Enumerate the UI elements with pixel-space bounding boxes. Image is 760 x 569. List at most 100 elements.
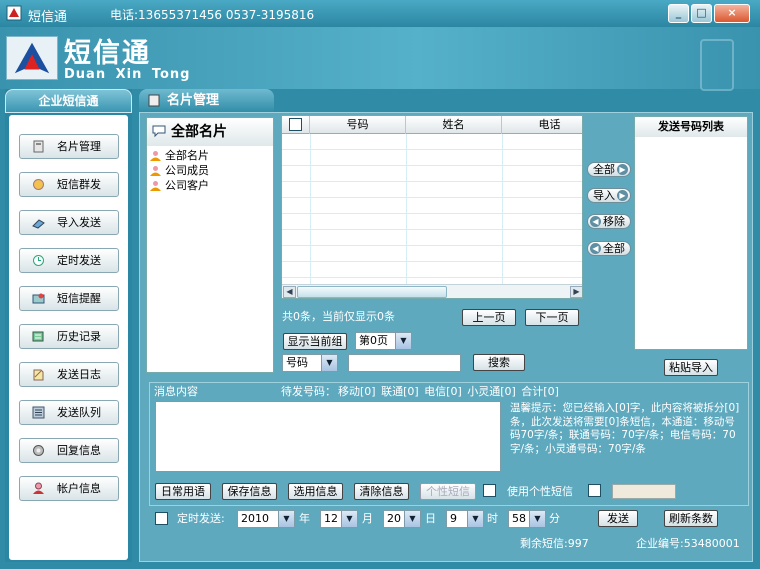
scroll-right-icon[interactable]: ▶: [570, 286, 582, 298]
next-page-button[interactable]: 下一页: [525, 309, 579, 326]
personal-sms-button[interactable]: 个性短信: [420, 483, 476, 500]
column-divider: [310, 134, 311, 286]
color-checkbox[interactable]: [588, 484, 601, 497]
schedule-checkbox[interactable]: [155, 512, 168, 525]
year-select[interactable]: 2010 ▼: [237, 510, 295, 528]
select-all-checkbox[interactable]: [289, 118, 302, 131]
save-message-button[interactable]: 保存信息: [222, 483, 277, 500]
use-personal-sms-label: 使用个性短信: [507, 485, 573, 498]
scroll-left-icon[interactable]: ◀: [283, 286, 296, 298]
year-unit: 年: [299, 512, 310, 525]
table-row[interactable]: [282, 198, 582, 214]
month-select[interactable]: 12 ▼: [320, 510, 358, 528]
brand-subtitle: Duan Xin Tong: [64, 67, 191, 82]
select-all-cell: [282, 116, 310, 134]
sidebar-item-scheduled-send[interactable]: 定时发送: [19, 248, 119, 273]
search-field-select[interactable]: 号码 ▼: [282, 354, 338, 372]
table-row[interactable]: [282, 166, 582, 182]
page-select[interactable]: 第0页 ▼: [355, 332, 412, 350]
prev-page-button[interactable]: 上一页: [462, 309, 516, 326]
reply-icon: [33, 445, 44, 456]
tree-header: 全部名片: [147, 118, 273, 146]
send-button[interactable]: 发送: [598, 510, 638, 527]
sidebar-item-history[interactable]: 历史记录: [19, 324, 119, 349]
clear-message-button[interactable]: 清除信息: [354, 483, 409, 500]
queue-icon: [32, 406, 45, 419]
table-row[interactable]: [282, 134, 582, 150]
card-icon: [33, 140, 44, 153]
arrow-right-icon: ▶: [617, 164, 628, 175]
sidebar-item-reply-info[interactable]: 回复信息: [19, 438, 119, 463]
reminder-icon: [32, 293, 45, 304]
chat-bubble-icon: [152, 125, 166, 138]
phone-text: 电话:13655371456 0537-3195816: [110, 8, 315, 22]
sidebar-item-reminder[interactable]: 短信提醒: [19, 286, 119, 311]
select-message-button[interactable]: 选用信息: [288, 483, 343, 500]
table-row[interactable]: [282, 214, 582, 230]
paste-import-button[interactable]: 粘贴导入: [664, 359, 718, 376]
chevron-down-icon: ▼: [341, 511, 357, 527]
remove-button[interactable]: ◀ 移除: [587, 214, 631, 229]
group-icon: [150, 181, 161, 191]
arrow-left-icon: ◀: [590, 216, 601, 227]
tree-header-label: 全部名片: [171, 124, 227, 140]
refresh-count-button[interactable]: 刷新条数: [664, 510, 718, 527]
remove-all-button[interactable]: ◀ 全部: [587, 241, 631, 256]
remove-all-label: 全部: [603, 242, 625, 255]
message-content-label: 消息内容: [154, 385, 198, 398]
search-button[interactable]: 搜索: [473, 354, 525, 371]
minute-select[interactable]: 58 ▼: [508, 510, 546, 528]
brand-logo-icon: [6, 36, 58, 80]
table-row[interactable]: [282, 182, 582, 198]
add-all-button[interactable]: 全部 ▶: [587, 162, 631, 177]
color-swatch[interactable]: [612, 484, 676, 499]
minimize-button[interactable]: _: [668, 4, 689, 23]
table-row[interactable]: [282, 262, 582, 278]
hour-select[interactable]: 9 ▼: [446, 510, 484, 528]
table-row[interactable]: [282, 150, 582, 166]
search-input[interactable]: [348, 354, 461, 372]
table-row[interactable]: [282, 246, 582, 262]
chevron-down-icon: ▼: [404, 511, 420, 527]
window-title: 短信通: [28, 10, 68, 25]
show-group-button[interactable]: 显示当前组: [283, 333, 347, 350]
maximize-button[interactable]: □: [691, 4, 712, 23]
common-phrases-button[interactable]: 日常用语: [155, 483, 211, 500]
send-number-list[interactable]: 发送号码列表: [634, 116, 748, 350]
sidebar-item-import-send[interactable]: 导入发送: [19, 210, 119, 235]
sidebar-item-broadcast[interactable]: 短信群发: [19, 172, 119, 197]
month-value: 12: [324, 512, 338, 525]
sidebar-item-send-queue[interactable]: 发送队列: [19, 400, 119, 425]
column-header-number[interactable]: 号码: [310, 116, 406, 134]
broadcast-icon: [33, 179, 44, 190]
sidebar-item-card-manage[interactable]: 名片管理: [19, 134, 119, 159]
card-group-tree: 全部名片 全部名片 公司成员 公司客户: [146, 117, 274, 373]
arrow-right-icon: ▶: [617, 190, 628, 201]
schedule-label: 定时发送:: [177, 512, 225, 525]
close-button[interactable]: ×: [714, 4, 750, 23]
chevron-down-icon: ▼: [529, 511, 545, 527]
sidebar-item-account-info[interactable]: 帐户信息: [19, 476, 119, 501]
scroll-thumb[interactable]: [297, 286, 447, 298]
message-hint: 温馨提示：您已经输入[0]字，此内容将被拆分[0]条，此次发送将需要[0]条短信…: [510, 402, 740, 455]
day-select[interactable]: 20 ▼: [383, 510, 421, 528]
tree-item-label: 全部名片: [165, 149, 209, 162]
table-row[interactable]: [282, 230, 582, 246]
sidebar-title: 企业短信通: [5, 89, 132, 113]
column-divider: [406, 134, 407, 286]
sidebar-item-label: 历史记录: [57, 330, 101, 343]
tab-label: 名片管理: [167, 93, 220, 108]
account-icon: [33, 482, 44, 494]
chevron-down-icon: ▼: [467, 511, 483, 527]
column-header-name[interactable]: 姓名: [406, 116, 502, 134]
page-select-value: 第0页: [359, 334, 388, 347]
import-button[interactable]: 导入 ▶: [587, 188, 631, 203]
tab-card-manage[interactable]: 名片管理: [139, 89, 274, 113]
horizontal-scrollbar[interactable]: ◀ ▶: [282, 284, 582, 298]
sidebar-item-label: 名片管理: [57, 140, 101, 153]
personal-sms-checkbox[interactable]: [483, 484, 496, 497]
sidebar-menu: 名片管理 短信群发 导入发送 定时发送 短信提醒 历史记录 发送日志 发送队列: [9, 115, 128, 560]
column-header-phone[interactable]: 电话: [502, 116, 582, 134]
message-textarea[interactable]: [155, 401, 501, 472]
sidebar-item-send-log[interactable]: 发送日志: [19, 362, 119, 387]
